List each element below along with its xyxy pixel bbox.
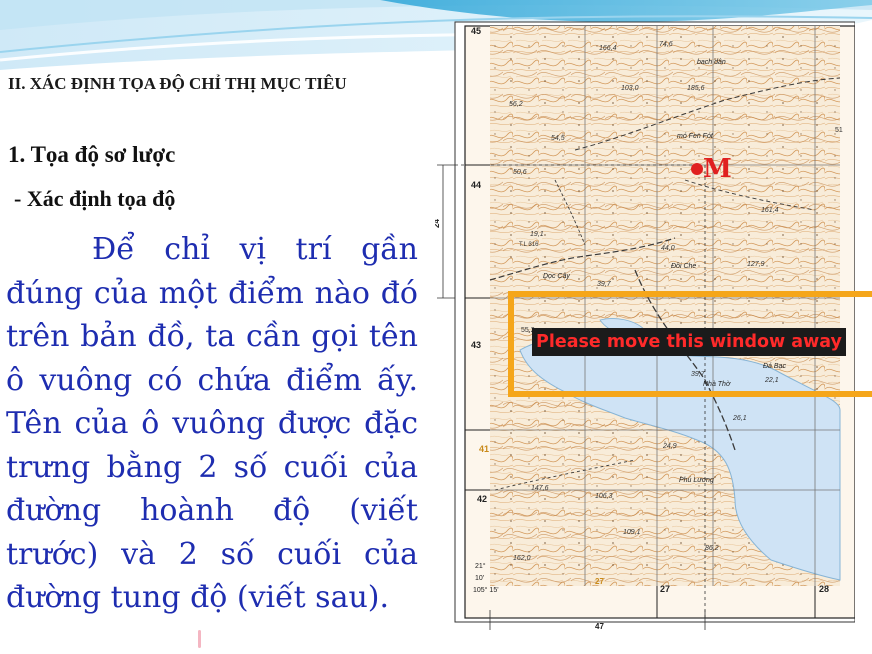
elevation-label: 56,2: [509, 101, 523, 108]
elevation-label: 50,6: [513, 169, 527, 176]
road-label: T.L 316: [519, 242, 539, 248]
place-name: bach dân: [697, 59, 726, 66]
grid-label-43: 43: [471, 340, 481, 350]
corner-min: 10': [475, 575, 484, 582]
grid-label-42: 42: [477, 494, 487, 504]
elevation-label: 109,1: [623, 529, 641, 536]
elevation-label: 162,0: [513, 555, 531, 562]
misc-label: 51: [835, 127, 843, 134]
grid-label-28: 28: [819, 584, 829, 594]
elevation-label: 54,5: [551, 135, 565, 142]
place-name: Dọc Cây: [543, 273, 570, 280]
elevation-label: 39,7: [597, 281, 612, 288]
section-heading: II. XÁC ĐỊNH TỌA ĐỘ CHỈ THỊ MỤC TIÊU: [8, 74, 347, 93]
elevation-label: 103,0: [621, 85, 639, 92]
elevation-label: 86,2: [705, 545, 719, 552]
corner-lat: 21°: [475, 562, 486, 570]
target-point-marker: [691, 163, 703, 175]
corner-lon: 105° 15': [473, 586, 499, 594]
grid-label-27: 27: [660, 584, 670, 594]
elevation-label: 185,6: [687, 85, 705, 92]
body-paragraph: Để chỉ vị trí gần đúng của một điểm nào …: [6, 232, 418, 615]
elevation-label: 26,1: [732, 415, 747, 422]
bullet-title: - Xác định tọa độ: [14, 186, 176, 211]
misc-label: 27: [595, 577, 604, 586]
grid-label-44: 44: [471, 180, 481, 190]
elevation-label: 44,0: [661, 245, 675, 252]
marker-label: M: [703, 154, 732, 184]
elevation-label: 127,9: [747, 261, 765, 268]
place-name: mó Fen Fót: [677, 133, 714, 140]
slide: II. XÁC ĐỊNH TỌA ĐỘ CHỈ THỊ MỤC TIÊU 1. …: [0, 0, 872, 654]
elevation-label: 161,4: [761, 207, 779, 214]
grid-label-45: 45: [471, 26, 481, 36]
elevation-label: 166,4: [599, 45, 617, 52]
grid-label-41: 41: [479, 444, 489, 454]
elevation-label: 147,6: [531, 485, 549, 492]
subsection-title: 1. Tọa độ sơ lược: [8, 142, 176, 167]
text-cursor: [198, 630, 201, 648]
elevation-label: 74,6: [659, 41, 673, 48]
dimension-vertical: 24: [435, 219, 441, 228]
dimension-horizontal: 47: [595, 622, 604, 631]
place-name: Đồi Che: [671, 261, 696, 270]
elevation-label: 106,3: [595, 493, 613, 500]
elevation-label: 24,9: [662, 443, 677, 450]
elevation-label: 19,1: [530, 231, 544, 238]
place-name: Phú Lương: [679, 477, 714, 484]
overlay-warning-message: Please move this window away: [532, 328, 846, 356]
